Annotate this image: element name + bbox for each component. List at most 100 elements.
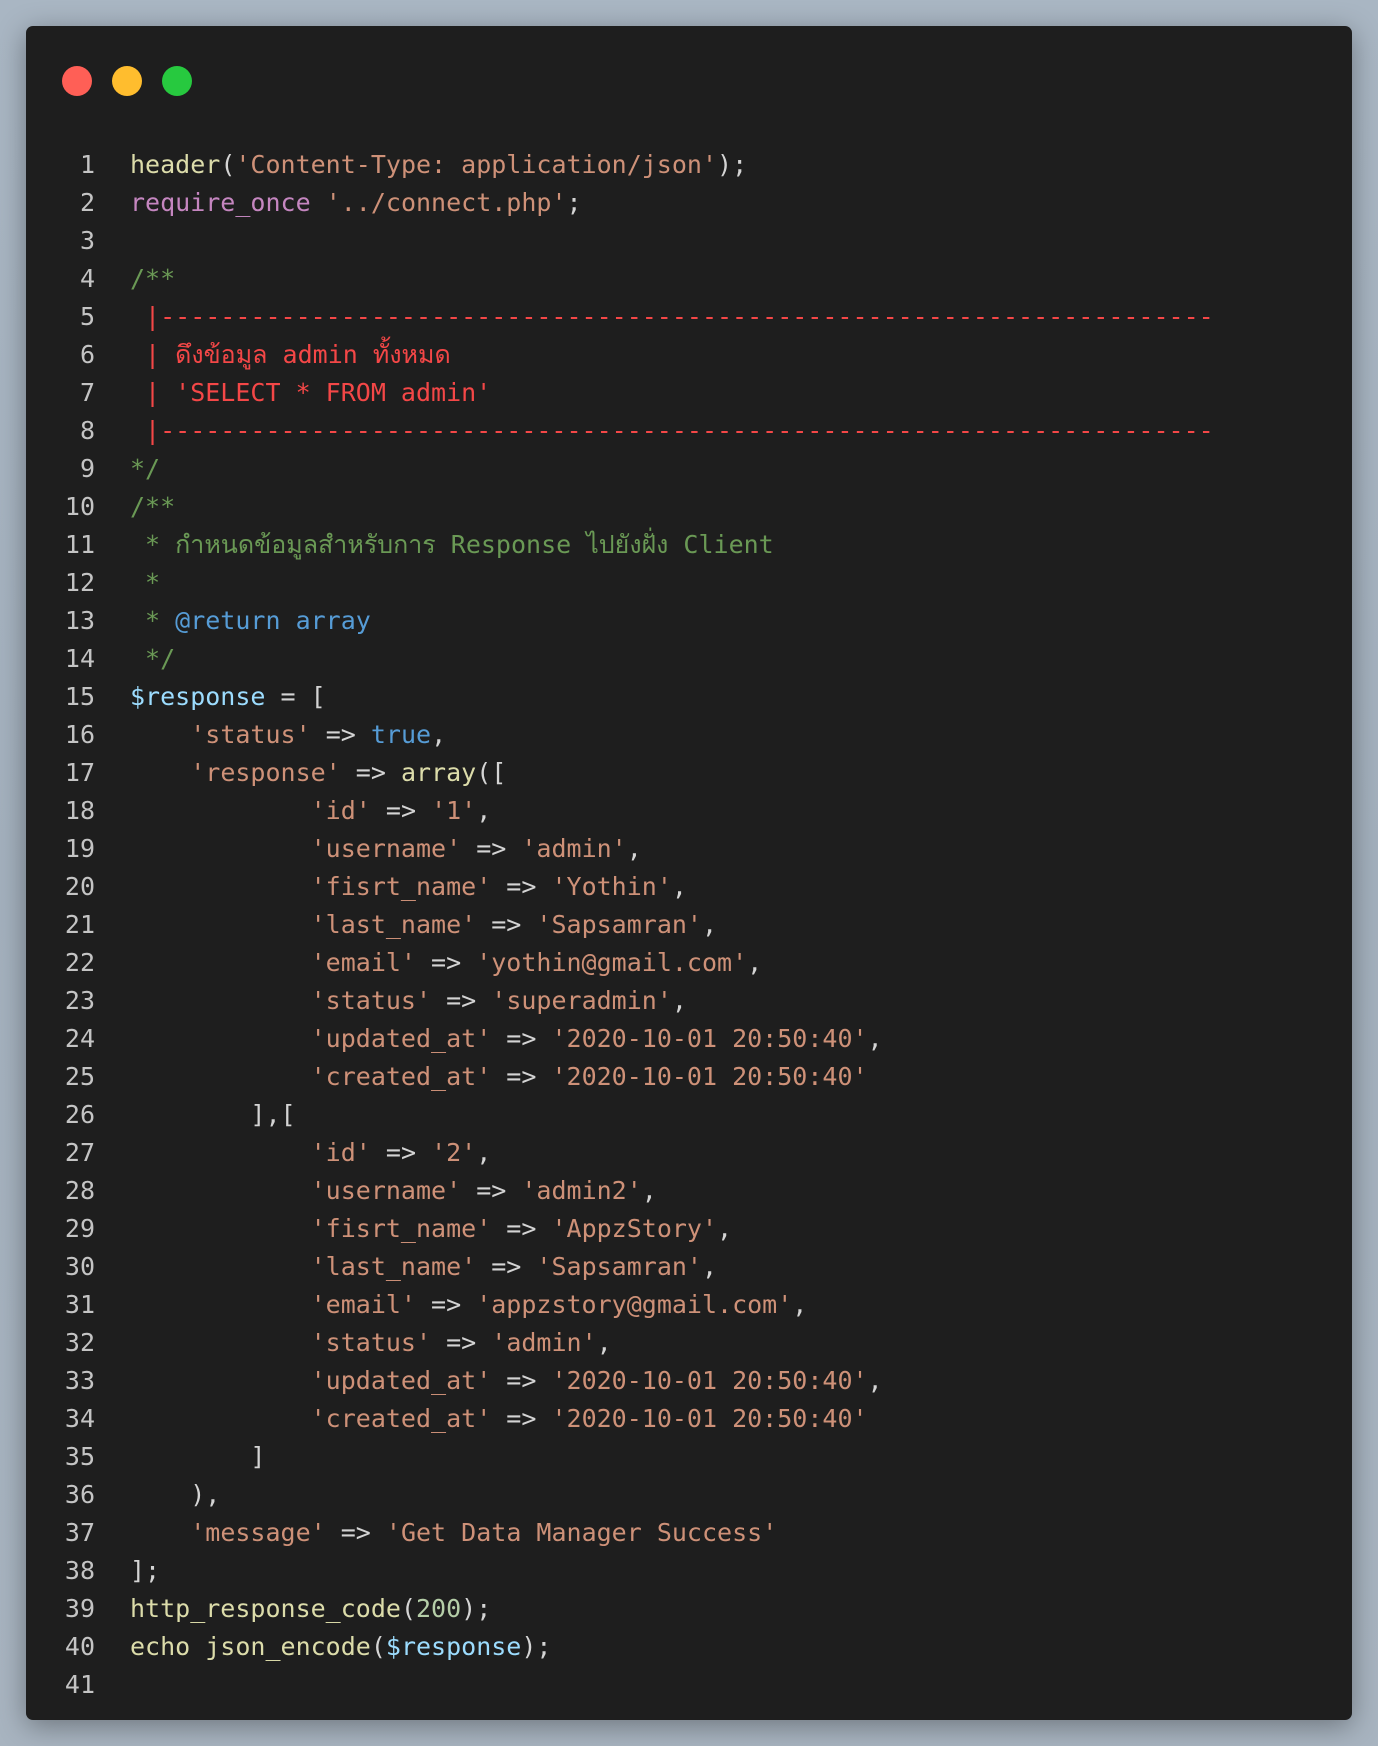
code-editor[interactable]: 1 header('Content-Type: application/json'… bbox=[26, 146, 1352, 1704]
code-token: , bbox=[792, 1290, 808, 1319]
line-source: 'status' => 'superadmin', bbox=[130, 982, 687, 1020]
code-token: => bbox=[461, 834, 522, 863]
code-line: 18 'id' => '1', bbox=[26, 792, 1352, 830]
line-number: 15 bbox=[64, 682, 95, 711]
maximize-button[interactable] bbox=[162, 66, 192, 96]
line-source: 'username' => 'admin2', bbox=[130, 1172, 657, 1210]
code-line: 3 bbox=[26, 222, 1352, 260]
code-token: 'username' bbox=[310, 1176, 462, 1205]
code-token: , bbox=[867, 1024, 883, 1053]
code-token: 'status' bbox=[190, 720, 311, 749]
code-token: * กำหนดข้อมูลสำหรับการ Response ไปยังฝั่… bbox=[130, 530, 774, 559]
line-number: 4 bbox=[79, 264, 95, 293]
code-token: , bbox=[671, 872, 687, 901]
line-source: */ bbox=[130, 640, 175, 678]
line-number: 25 bbox=[64, 1062, 95, 1091]
line-number: 11 bbox=[64, 530, 95, 559]
line-source: 'created_at' => '2020-10-01 20:50:40' bbox=[130, 1400, 868, 1438]
line-source: * กำหนดข้อมูลสำหรับการ Response ไปยังฝั่… bbox=[130, 526, 774, 564]
code-token: '1' bbox=[431, 796, 477, 825]
line-number: 19 bbox=[64, 834, 95, 863]
code-token: => bbox=[431, 986, 492, 1015]
code-line: 24 'updated_at' => '2020-10-01 20:50:40'… bbox=[26, 1020, 1352, 1058]
code-line: 12 * bbox=[26, 564, 1352, 602]
line-source: $response = [ bbox=[130, 678, 326, 716]
code-line: 2 require_once '../connect.php'; bbox=[26, 184, 1352, 222]
code-line: 19 'username' => 'admin', bbox=[26, 830, 1352, 868]
code-line: 36 ), bbox=[26, 1476, 1352, 1514]
line-number: 40 bbox=[64, 1632, 95, 1661]
line-number: 22 bbox=[64, 948, 95, 977]
line-source: require_once '../connect.php'; bbox=[130, 184, 582, 222]
code-line: 22 'email' => 'yothin@gmail.com', bbox=[26, 944, 1352, 982]
code-token: => bbox=[370, 796, 432, 825]
line-number: 21 bbox=[64, 910, 95, 939]
line-number: 38 bbox=[64, 1556, 95, 1585]
code-line: 1 header('Content-Type: application/json'… bbox=[26, 146, 1352, 184]
code-token: echo json_encode bbox=[130, 1632, 371, 1661]
code-token: 'email' bbox=[310, 1290, 416, 1319]
line-source: 'fisrt_name' => 'AppzStory', bbox=[130, 1210, 732, 1248]
line-number: 23 bbox=[64, 986, 95, 1015]
code-token: ] bbox=[130, 1442, 266, 1471]
code-token: , bbox=[747, 948, 763, 977]
line-number: 29 bbox=[64, 1214, 95, 1243]
minimize-button[interactable] bbox=[112, 66, 142, 96]
code-token: 'Get Data Manager Success' bbox=[385, 1518, 778, 1547]
code-token: , bbox=[641, 1176, 657, 1205]
code-token: => bbox=[491, 1024, 552, 1053]
code-token: , bbox=[717, 1214, 733, 1243]
code-line: 17 'response' => array([ bbox=[26, 754, 1352, 792]
code-line: 15 $response = [ bbox=[26, 678, 1352, 716]
code-token: , bbox=[702, 1252, 718, 1281]
close-button[interactable] bbox=[62, 66, 92, 96]
line-source: /** bbox=[130, 488, 175, 526]
code-token: '2020-10-01 20:50:40' bbox=[551, 1062, 868, 1091]
line-number: 34 bbox=[64, 1404, 95, 1433]
code-token: 'message' bbox=[190, 1518, 326, 1547]
line-source: header('Content-Type: application/json')… bbox=[130, 146, 747, 184]
line-source: 'last_name' => 'Sapsamran', bbox=[130, 1248, 717, 1286]
line-source: ],[ bbox=[130, 1096, 295, 1134]
line-number: 20 bbox=[64, 872, 95, 901]
code-token: 'admin2' bbox=[521, 1176, 642, 1205]
code-token: http_response_code bbox=[130, 1594, 401, 1623]
code-line: 34 'created_at' => '2020-10-01 20:50:40' bbox=[26, 1400, 1352, 1438]
code-token: $response bbox=[385, 1632, 522, 1661]
line-source: |---------------------------------------… bbox=[130, 298, 1214, 336]
code-line: 39 http_response_code(200); bbox=[26, 1590, 1352, 1628]
line-number: 8 bbox=[79, 416, 95, 445]
code-token: ); bbox=[717, 150, 748, 179]
code-window: 1 header('Content-Type: application/json'… bbox=[26, 26, 1352, 1720]
code-line: 35 ] bbox=[26, 1438, 1352, 1476]
code-token: => bbox=[340, 758, 401, 787]
code-token: array bbox=[400, 758, 477, 787]
code-token: '2' bbox=[431, 1138, 477, 1167]
code-token: => bbox=[491, 1062, 552, 1091]
code-token: 'yothin@gmail.com' bbox=[476, 948, 748, 977]
code-token: 200 bbox=[416, 1594, 462, 1623]
code-token: true bbox=[370, 720, 432, 749]
code-token: */ bbox=[130, 454, 161, 483]
code-token: * bbox=[130, 606, 176, 635]
code-token: 'created_at' bbox=[310, 1062, 492, 1091]
code-token: 'id' bbox=[310, 1138, 371, 1167]
code-token: header bbox=[130, 150, 221, 179]
code-token: 'created_at' bbox=[310, 1404, 492, 1433]
code-token: '2020-10-01 20:50:40' bbox=[551, 1024, 868, 1053]
code-token: => bbox=[491, 1404, 552, 1433]
code-line: 16 'status' => true, bbox=[26, 716, 1352, 754]
code-line: 14 */ bbox=[26, 640, 1352, 678]
code-token: 'Content-Type: application/json' bbox=[235, 150, 718, 179]
code-token: | ดึงข้อมูล admin ทั้งหมด bbox=[130, 340, 451, 369]
code-token: => bbox=[476, 910, 537, 939]
code-token: | 'SELECT * FROM admin' bbox=[130, 378, 492, 407]
line-number: 27 bbox=[64, 1138, 95, 1167]
